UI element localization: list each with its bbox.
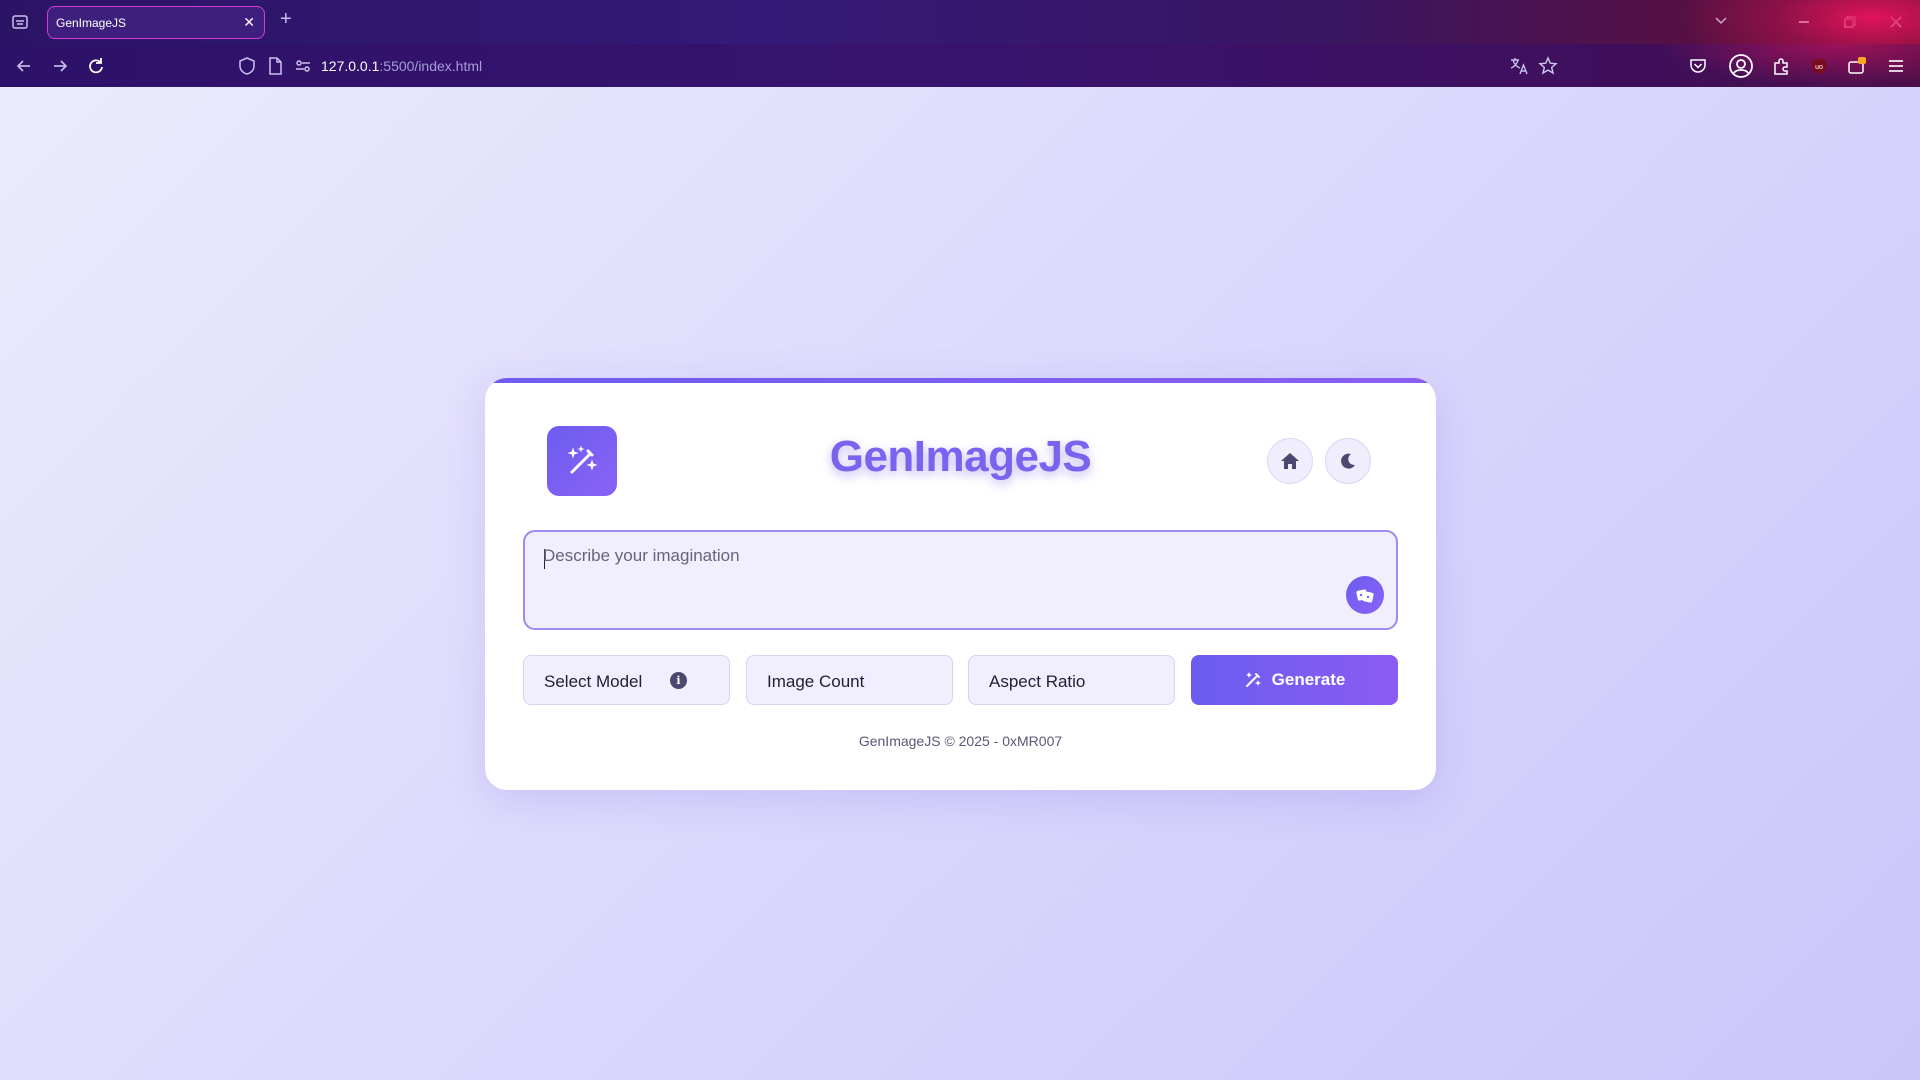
card-accent-bar	[485, 378, 1436, 383]
info-icon[interactable]: i	[670, 672, 687, 689]
random-prompt-button[interactable]	[1346, 576, 1384, 614]
home-icon	[1281, 453, 1299, 469]
url-bar[interactable]: 127.0.0.1:5500/index.html	[321, 58, 482, 74]
ublock-icon[interactable]: uo	[1808, 55, 1830, 77]
svg-text:uo: uo	[1815, 64, 1823, 71]
star-icon[interactable]	[1537, 55, 1559, 77]
image-count-select[interactable]: Image Count	[746, 655, 953, 705]
page-icon[interactable]	[264, 55, 286, 77]
minimize-icon[interactable]	[1794, 12, 1814, 32]
theme-toggle-button[interactable]	[1325, 438, 1371, 484]
tab-title: GenImageJS	[56, 16, 127, 30]
magic-wand-icon	[1245, 671, 1261, 687]
home-button[interactable]	[1267, 438, 1313, 484]
aspect-ratio-select[interactable]: Aspect Ratio	[968, 655, 1175, 705]
tab-list-icon[interactable]	[10, 12, 30, 32]
url-host: 127.0.0.1	[321, 58, 380, 74]
new-tab-button[interactable]: +	[280, 9, 292, 29]
model-select[interactable]: Select Model i	[523, 655, 730, 705]
page-background: GenImageJS Select Model i Imag	[0, 87, 1920, 1080]
shield-icon[interactable]	[236, 55, 258, 77]
browser-tab[interactable]: GenImageJS ✕	[47, 6, 265, 39]
forward-icon[interactable]	[49, 55, 71, 77]
dice-icon	[1356, 589, 1374, 603]
back-icon[interactable]	[13, 55, 35, 77]
image-count-label: Image Count	[767, 672, 865, 691]
url-path: :5500/index.html	[379, 58, 483, 74]
prompt-input-container	[523, 530, 1398, 630]
generate-label: Generate	[1271, 670, 1346, 689]
browser-nav-bar: 127.0.0.1:5500/index.html uo	[0, 44, 1920, 87]
permissions-icon[interactable]	[292, 55, 314, 77]
footer-text: GenImageJS © 2025 - 0xMR007	[858, 733, 1063, 749]
account-icon[interactable]	[1728, 53, 1754, 79]
menu-icon[interactable]	[1885, 55, 1907, 77]
notification-extension-icon[interactable]	[1846, 55, 1868, 77]
browser-tab-bar: GenImageJS ✕ +	[0, 0, 1920, 88]
model-select-label: Select Model	[544, 672, 643, 691]
close-window-icon[interactable]	[1886, 12, 1906, 32]
translate-icon[interactable]	[1508, 55, 1530, 77]
moon-icon	[1341, 453, 1355, 469]
prompt-input[interactable]	[543, 546, 1343, 606]
restore-icon[interactable]	[1840, 12, 1860, 32]
tab-close-icon[interactable]: ✕	[243, 14, 255, 31]
generator-card: GenImageJS Select Model i Imag	[485, 378, 1436, 790]
reload-icon[interactable]	[85, 55, 107, 77]
generate-button[interactable]: Generate	[1191, 655, 1398, 705]
extensions-icon[interactable]	[1770, 55, 1792, 77]
aspect-ratio-label: Aspect Ratio	[989, 672, 1086, 691]
chevron-down-icon[interactable]	[1713, 12, 1729, 28]
pocket-icon[interactable]	[1687, 55, 1709, 77]
